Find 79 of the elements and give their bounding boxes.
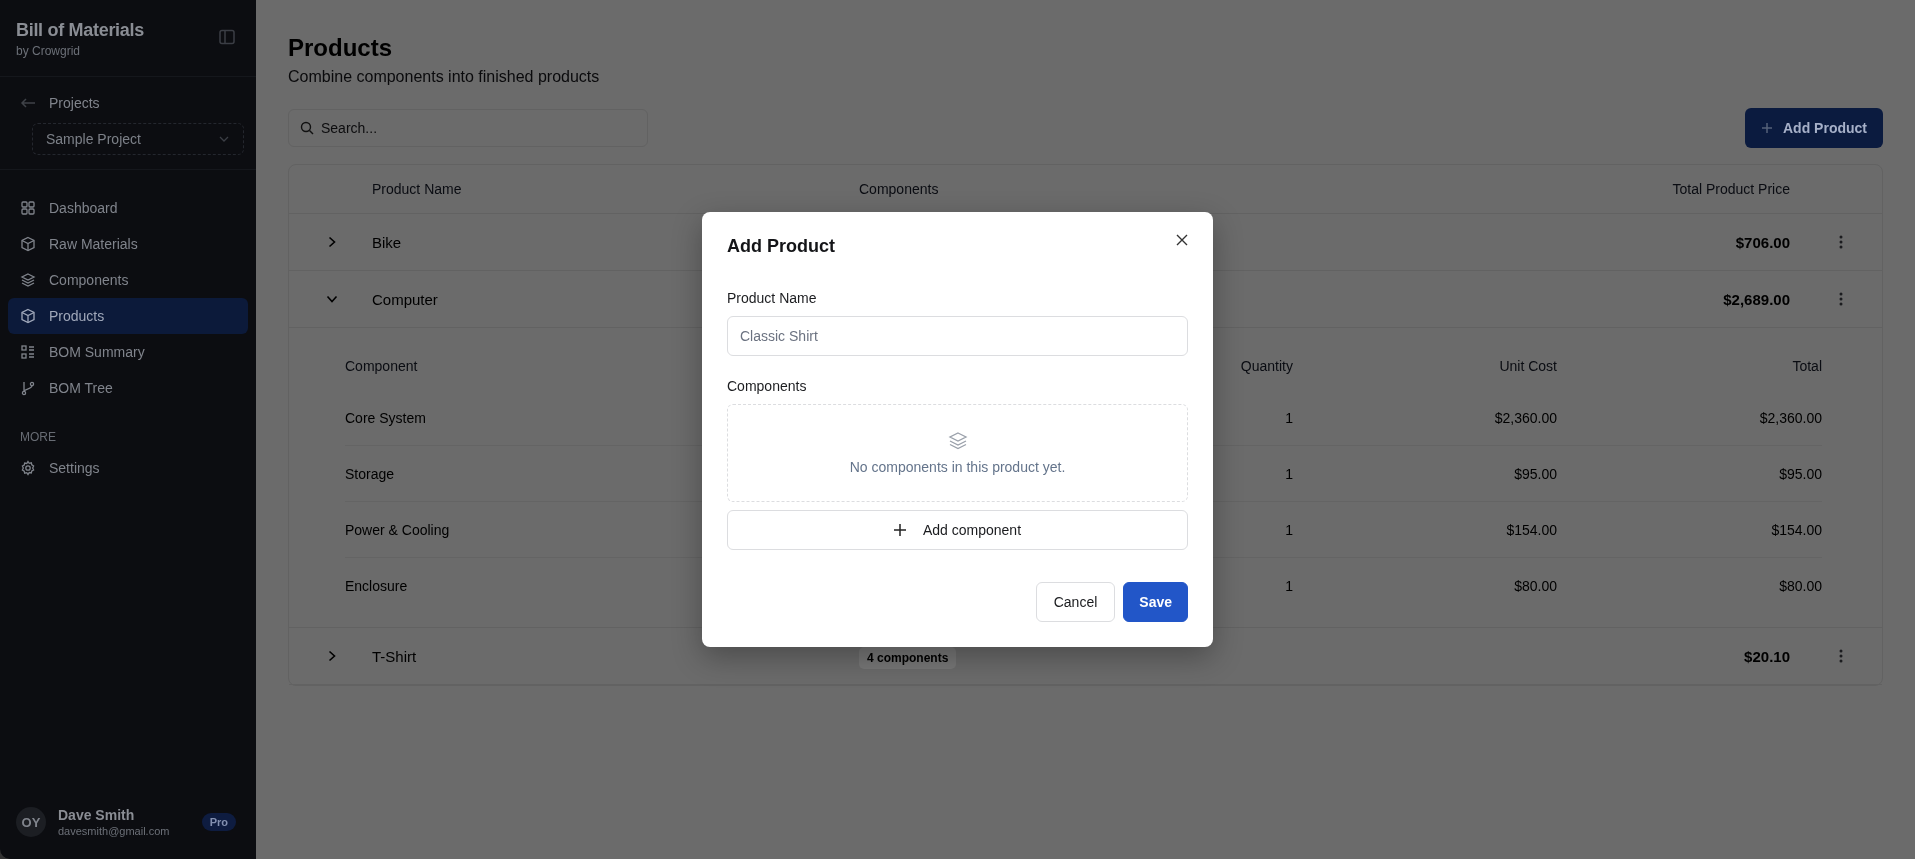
empty-message: No components in this product yet. bbox=[849, 459, 1066, 475]
page-title: Products bbox=[288, 34, 393, 62]
dialog-title: Add Product bbox=[727, 236, 835, 257]
table-cell-text: $80.00 bbox=[1513, 577, 1557, 594]
nav-item[interactable]: Products bbox=[8, 298, 248, 334]
table-cell-text: $2,360.00 bbox=[1758, 409, 1822, 426]
table-cell-text: $154.00 bbox=[1770, 521, 1822, 538]
table-cell-text: $2,360.00 bbox=[1493, 409, 1557, 426]
column-header: Component bbox=[345, 358, 418, 374]
grid-icon bbox=[20, 200, 36, 216]
chevron-right-icon[interactable] bbox=[326, 236, 338, 248]
close-icon[interactable] bbox=[1176, 234, 1188, 246]
table-cell: Power & Cooling bbox=[345, 521, 450, 538]
table-cell-text: 1 bbox=[1284, 465, 1293, 482]
add-product-button[interactable]: Add Product bbox=[1745, 108, 1883, 148]
component-count-badge: 4 components bbox=[859, 646, 957, 669]
table-cell-text: $95.00 bbox=[1778, 465, 1822, 482]
cancel-button[interactable]: Cancel bbox=[1035, 582, 1116, 622]
arrow-left-icon bbox=[20, 97, 36, 109]
table-cell-text: 1 bbox=[1284, 521, 1293, 538]
column-header: Total Product Price bbox=[1671, 181, 1790, 197]
chevron-down-icon[interactable] bbox=[326, 293, 338, 305]
save-button[interactable]: Save bbox=[1123, 582, 1188, 622]
app-title: Bill of Materials bbox=[16, 20, 144, 41]
sidebar-toggle-icon[interactable] bbox=[218, 28, 236, 46]
user-name: Dave Smith bbox=[58, 807, 136, 823]
table-cell-text: $154.00 bbox=[1505, 521, 1557, 538]
product-price: $20.10 bbox=[1743, 647, 1790, 665]
product-name: Computer bbox=[372, 290, 438, 308]
plus-icon bbox=[893, 524, 906, 536]
layers-icon bbox=[20, 272, 36, 288]
settings-icon bbox=[20, 460, 36, 476]
chevron-down-icon bbox=[219, 136, 229, 142]
table-cell-text: $80.00 bbox=[1778, 577, 1822, 594]
column-header: Unit Cost bbox=[1498, 358, 1557, 374]
column-header: Components bbox=[859, 181, 940, 197]
nav-item[interactable]: BOM Tree bbox=[8, 370, 248, 406]
table-cell-text: 1 bbox=[1284, 409, 1293, 426]
section-label: MORE bbox=[19, 429, 57, 446]
product-price: $2,689.00 bbox=[1722, 290, 1790, 308]
branch-icon bbox=[20, 380, 36, 396]
cube-icon bbox=[20, 236, 36, 252]
product-price: $706.00 bbox=[1734, 233, 1790, 251]
field-label: Product Name bbox=[727, 290, 818, 306]
project-select[interactable]: Sample Project bbox=[32, 123, 244, 155]
table-cell: Core System bbox=[345, 409, 426, 426]
nav-item[interactable]: Dashboard bbox=[8, 190, 248, 226]
column-header: Product Name bbox=[372, 181, 463, 197]
user-email: davesmith@gmail.com bbox=[58, 825, 171, 837]
column-header: Quantity bbox=[1239, 358, 1293, 374]
more-options-icon[interactable] bbox=[1839, 235, 1843, 249]
table-cell: Storage bbox=[345, 465, 395, 482]
page-subtitle: Combine components into finished products bbox=[288, 68, 601, 86]
product-name-field[interactable]: Classic Shirt bbox=[727, 316, 1188, 356]
nav-item[interactable]: BOM Summary bbox=[8, 334, 248, 370]
search-icon bbox=[300, 121, 314, 135]
search-field[interactable]: Search... bbox=[288, 109, 648, 147]
product-name: T-Shirt bbox=[372, 647, 417, 665]
cube-icon bbox=[20, 308, 36, 324]
list-icon bbox=[20, 344, 36, 360]
nav-item[interactable]: Settings bbox=[8, 450, 248, 486]
product-name: Bike bbox=[372, 233, 402, 251]
column-header: Total bbox=[1791, 358, 1822, 374]
avatar: OY bbox=[16, 807, 46, 837]
table-cell-text: $95.00 bbox=[1513, 465, 1557, 482]
chevron-right-icon[interactable] bbox=[326, 650, 338, 662]
plus-icon bbox=[1761, 122, 1773, 134]
nav-item[interactable]: Raw Materials bbox=[8, 226, 248, 262]
app-subtitle: by Crowgrid bbox=[16, 44, 82, 58]
more-options-icon[interactable] bbox=[1839, 649, 1843, 663]
table-cell: Enclosure bbox=[345, 577, 408, 594]
projects-link[interactable]: Projects bbox=[12, 89, 244, 117]
more-options-icon[interactable] bbox=[1839, 292, 1843, 306]
nav-item[interactable]: Components bbox=[8, 262, 248, 298]
layers-icon bbox=[947, 431, 968, 451]
table-cell-text: 1 bbox=[1284, 577, 1293, 594]
plan-badge: Pro bbox=[201, 813, 236, 831]
field-label: Components bbox=[727, 378, 808, 394]
add-component-button[interactable]: Add component bbox=[727, 510, 1188, 550]
